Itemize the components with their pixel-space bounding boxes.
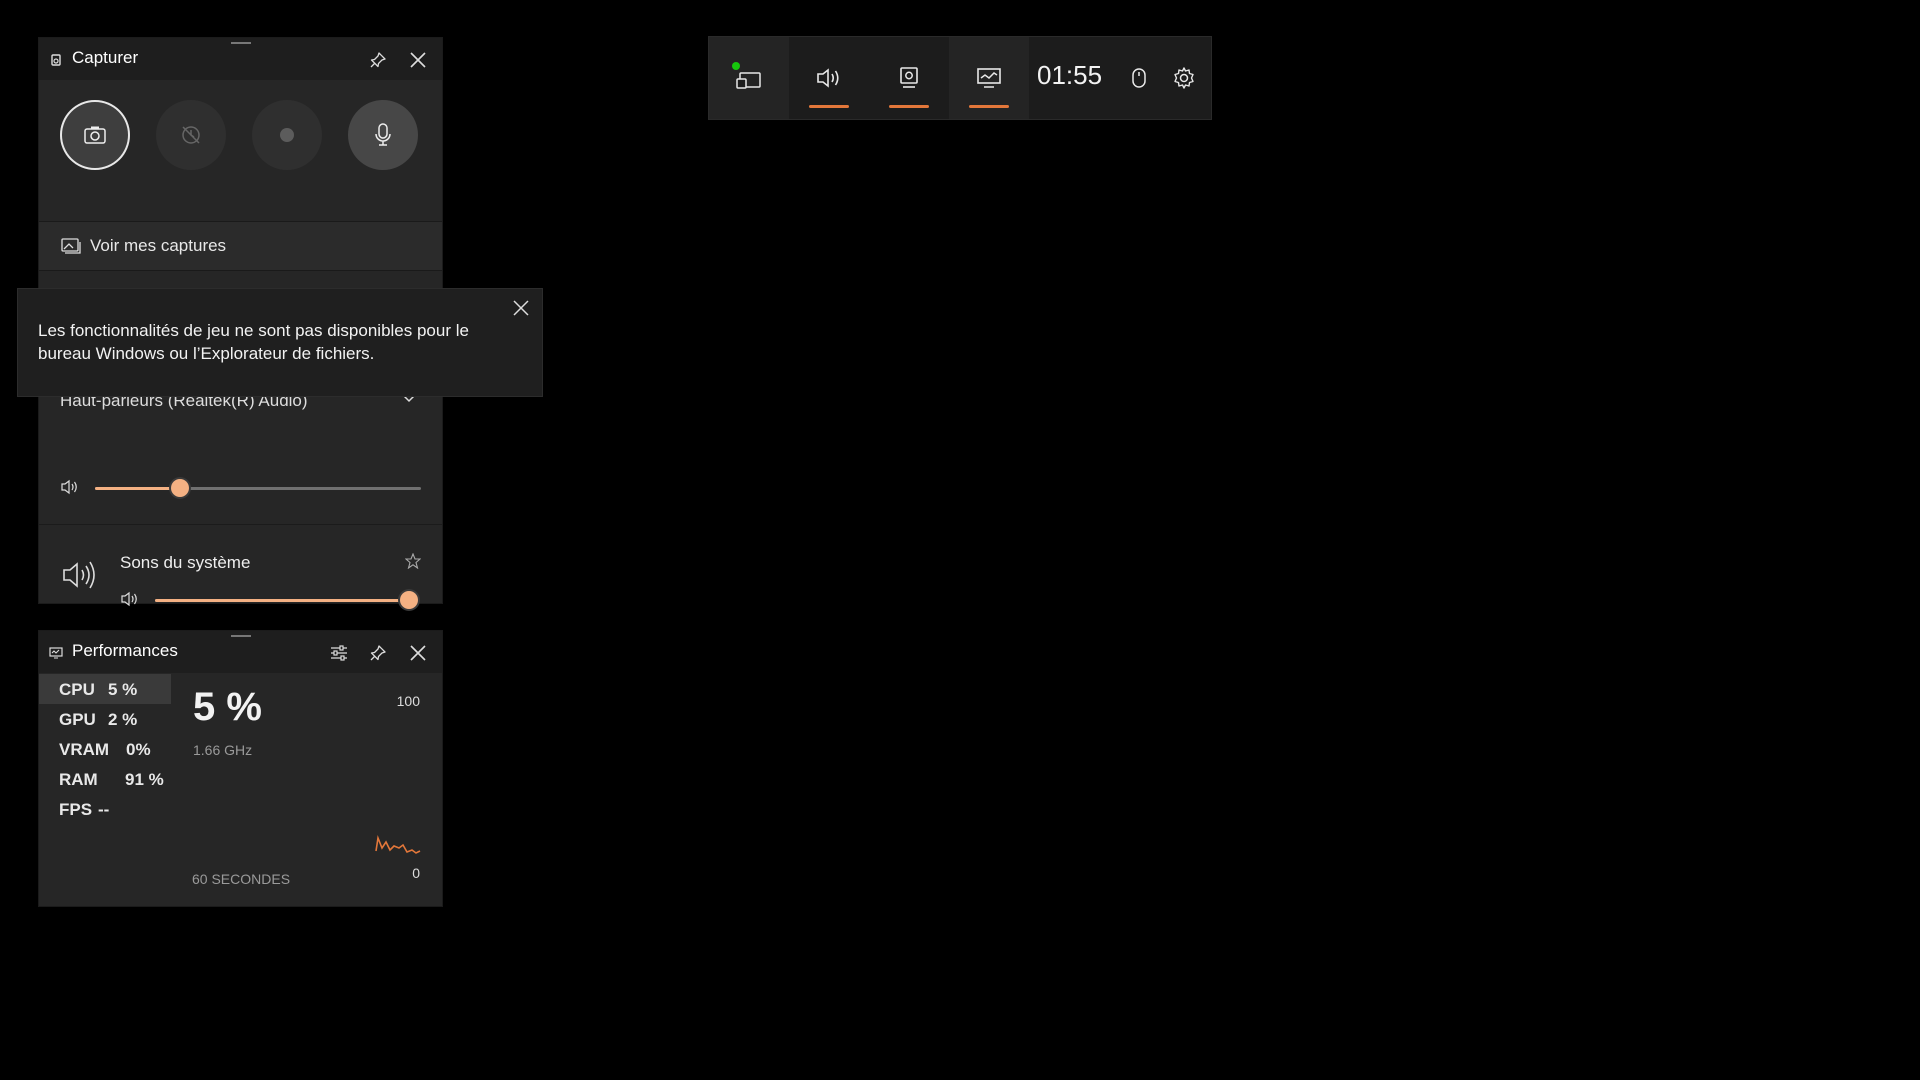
performance-options-button[interactable]	[326, 640, 352, 666]
metric-value: 91 %	[125, 770, 164, 789]
screenshot-button[interactable]	[60, 100, 130, 170]
audio-icon	[817, 68, 839, 88]
pin-button[interactable]	[365, 640, 391, 666]
close-button[interactable]	[405, 640, 431, 666]
close-button[interactable]	[405, 47, 431, 73]
system-volume-icon	[120, 591, 140, 607]
settings-button[interactable]	[1161, 37, 1207, 119]
metric-fps[interactable]: FPS --	[39, 794, 171, 824]
capture-title: Capturer	[72, 48, 139, 67]
system-volume-slider[interactable]	[155, 591, 418, 609]
widget-menu-button[interactable]	[709, 37, 789, 119]
clock: 01:55	[1037, 60, 1103, 90]
widget-menu-icon	[736, 72, 761, 89]
performance-icon	[977, 68, 1001, 88]
star-icon	[405, 553, 421, 569]
metric-value: 2 %	[108, 710, 138, 729]
metric-key: RAM	[59, 770, 98, 789]
mouse-icon	[1132, 68, 1146, 88]
mouse-button[interactable]	[1119, 37, 1159, 119]
audio-active-underline	[809, 105, 849, 108]
drag-grip[interactable]	[230, 42, 251, 44]
metric-value: 5 %	[108, 680, 138, 699]
microphone-button[interactable]	[348, 100, 418, 170]
status-dot	[732, 62, 740, 70]
record-history-icon	[182, 126, 200, 144]
performance-button[interactable]	[949, 37, 1029, 119]
performance-active-underline	[969, 105, 1009, 108]
record-last-30s-button[interactable]	[156, 100, 226, 170]
performance-title-icon	[49, 646, 63, 660]
speaker-volume-icon	[60, 479, 80, 495]
favorite-button[interactable]	[405, 553, 421, 569]
settings-icon	[1174, 67, 1194, 89]
metric-ram[interactable]: RAM 91 %	[39, 764, 171, 794]
metric-value: 0%	[126, 740, 151, 759]
metric-key: VRAM	[59, 740, 110, 759]
cpu-usage-graph	[374, 826, 422, 856]
see-my-captures-label: Voir mes captures	[90, 236, 227, 255]
metric-key: GPU	[59, 710, 96, 729]
record-dot-icon	[280, 128, 294, 142]
metric-key: CPU	[59, 680, 95, 699]
close-icon	[410, 52, 426, 68]
capture-title-icon	[49, 53, 63, 67]
system-volume-thumb[interactable]	[400, 591, 418, 609]
performance-widget: Performances CPU 5 % GPU 2 % VRAM 0% RAM 91 …	[39, 631, 442, 906]
device-volume-slider[interactable]	[95, 479, 421, 497]
system-volume-fill	[155, 599, 409, 602]
metric-value: --	[98, 800, 110, 819]
system-sounds-icon	[61, 560, 97, 590]
start-recording-button[interactable]	[252, 100, 322, 170]
performance-title: Performances	[72, 641, 178, 660]
camera-icon	[84, 126, 106, 144]
audio-button[interactable]	[789, 37, 869, 119]
pin-icon	[370, 52, 386, 68]
performance-titlebar[interactable]: Performances	[39, 631, 442, 673]
pin-icon	[370, 645, 386, 661]
game-bar-top: 01:55	[709, 37, 1211, 119]
metric-cpu[interactable]: CPU 5 %	[39, 674, 171, 704]
capture-active-underline	[889, 105, 929, 108]
device-volume-fill	[95, 487, 180, 490]
cpu-frequency: 1.66 GHz	[193, 742, 253, 758]
gallery-icon	[61, 238, 81, 254]
capture-button[interactable]	[869, 37, 949, 119]
see-my-captures-link[interactable]: Voir mes captures	[39, 221, 442, 271]
graph-max-label: 100	[396, 693, 420, 709]
graph-duration-label: 60 SECONDES	[192, 871, 291, 887]
pin-button[interactable]	[365, 47, 391, 73]
metric-gpu[interactable]: GPU 2 %	[39, 704, 171, 734]
sliders-icon	[331, 645, 347, 661]
capture-icon	[900, 67, 918, 88]
microphone-icon	[375, 123, 391, 146]
graph-min-label: 0	[412, 865, 420, 881]
metric-vram[interactable]: VRAM 0%	[39, 734, 171, 764]
selected-metric-value: 5 %	[193, 685, 262, 729]
device-volume-thumb[interactable]	[170, 479, 189, 497]
notification-toast: Les fonctionnalités de jeu ne sont pas d…	[18, 289, 542, 396]
metrics-list: CPU 5 % GPU 2 % VRAM 0% RAM 91 % FPS --	[39, 674, 171, 824]
toast-close-button[interactable]	[508, 295, 534, 321]
system-sounds-label: Sons du système	[120, 553, 251, 572]
close-icon	[410, 645, 426, 661]
close-icon	[513, 300, 529, 316]
drag-grip[interactable]	[230, 635, 251, 637]
audio-divider	[39, 524, 442, 525]
capture-titlebar[interactable]: Capturer	[39, 38, 442, 80]
metric-key: FPS	[59, 800, 93, 819]
toast-message: Les fonctionnalités de jeu ne sont pas d…	[38, 321, 469, 363]
